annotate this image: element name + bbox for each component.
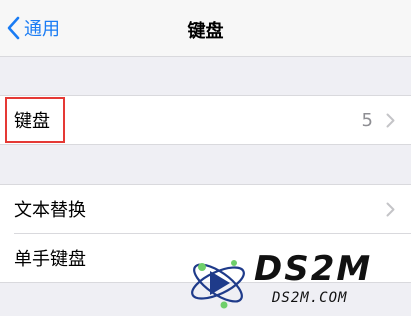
watermark: DS2M DS2M.COM (186, 247, 411, 316)
navigation-bar: 通用 键盘 (0, 0, 411, 57)
watermark-domain: DS2M.COM (272, 290, 348, 306)
one-handed-keyboard-label: 单手键盘 (14, 249, 86, 270)
watermark-brand: DS2M (254, 249, 373, 289)
highlight-box (5, 97, 65, 143)
chevron-right-icon (386, 202, 395, 217)
page-title: 键盘 (187, 21, 224, 42)
text-replacement-label: 文本替换 (14, 200, 86, 221)
keyboards-count: 5 (361, 109, 373, 131)
atom-logo-icon (191, 260, 245, 309)
text-replacement-row[interactable]: 文本替换 (0, 185, 411, 233)
chevron-right-icon (386, 113, 395, 128)
